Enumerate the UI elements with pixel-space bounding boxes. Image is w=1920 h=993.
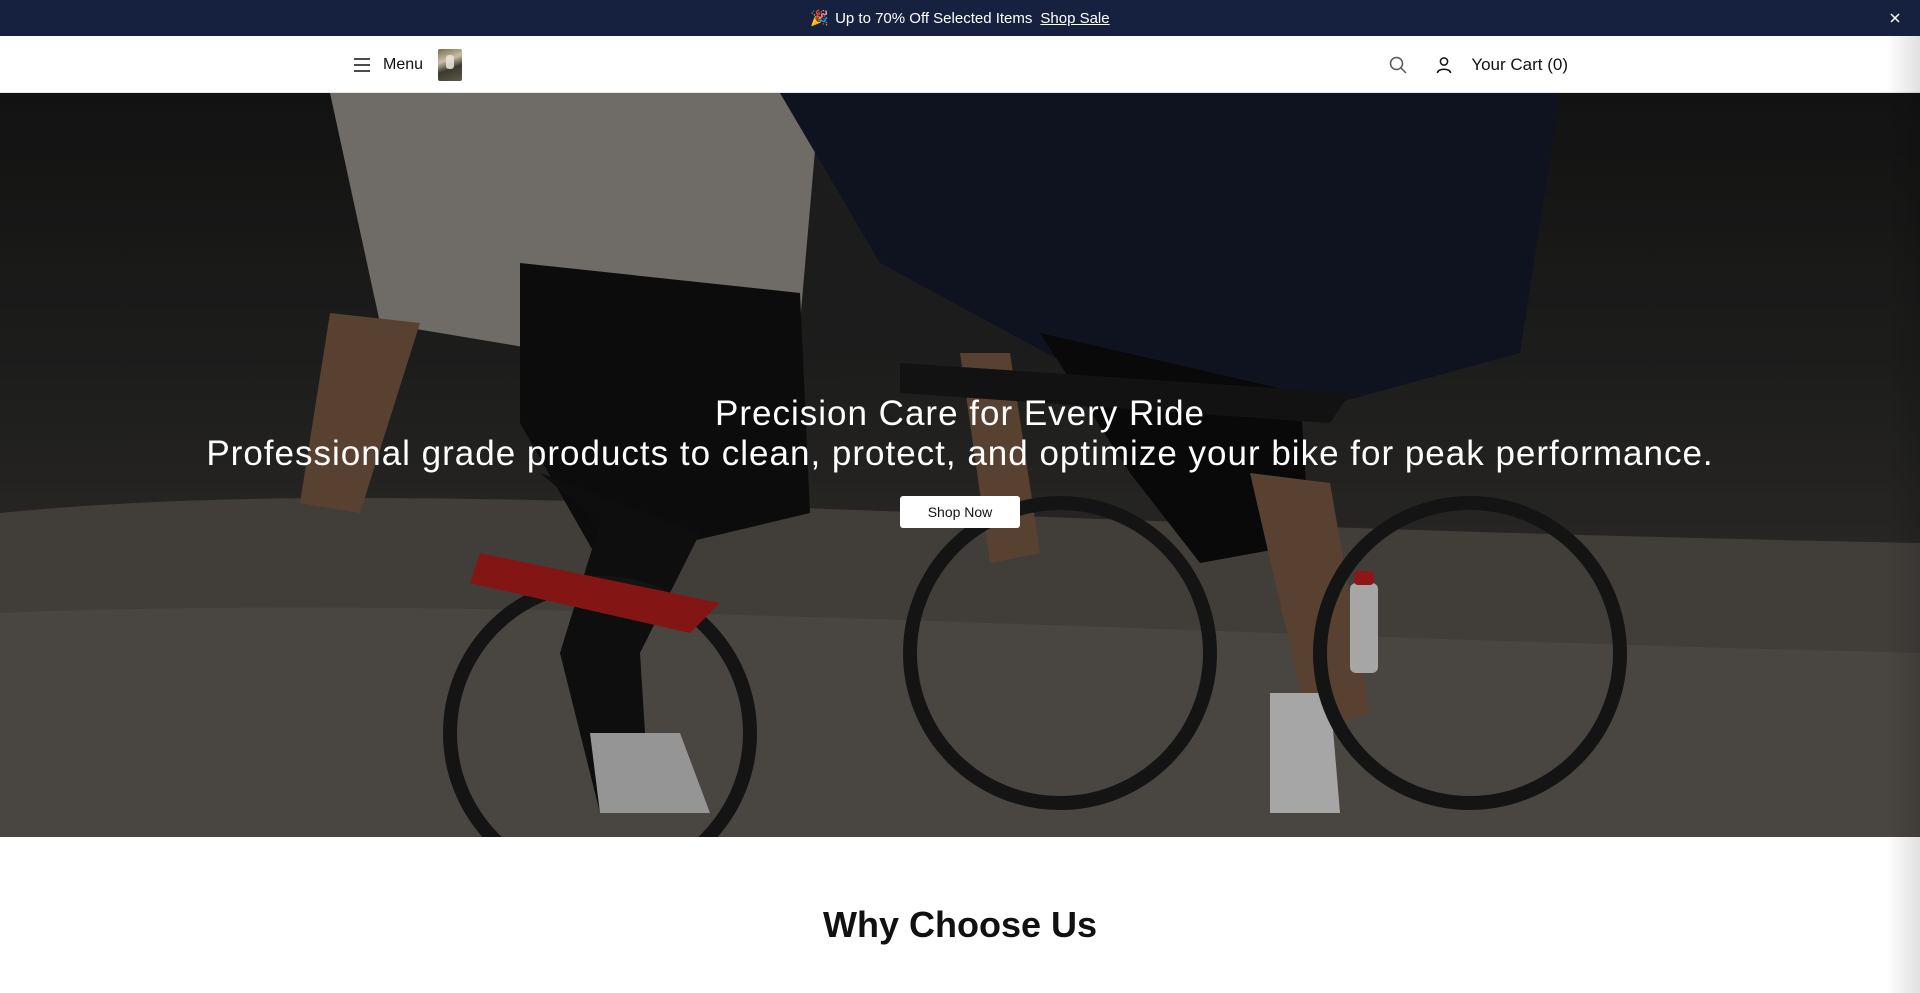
announcement-bar: 🎉 Up to 70% Off Selected Items Shop Sale bbox=[0, 0, 1920, 36]
menu-button[interactable]: Menu bbox=[352, 55, 423, 75]
hero-banner: Precision Care for Every Ride Profession… bbox=[0, 93, 1920, 837]
why-choose-us-section: Why Choose Us bbox=[0, 837, 1920, 993]
hero-copy: Precision Care for Every Ride Profession… bbox=[0, 393, 1920, 528]
hero-title: Precision Care for Every Ride bbox=[715, 394, 1205, 433]
menu-label: Menu bbox=[383, 55, 424, 73]
hamburger-icon bbox=[354, 57, 370, 72]
announcement-message: Up to 70% Off Selected Items bbox=[835, 9, 1033, 27]
section-heading: Why Choose Us bbox=[822, 904, 1098, 945]
close-announcement-button[interactable] bbox=[1886, 9, 1904, 27]
hero-subtitle: Professional grade products to clean, pr… bbox=[206, 434, 1714, 473]
site-logo[interactable] bbox=[438, 48, 463, 81]
cart-link[interactable]: Your Cart (0) bbox=[1471, 55, 1568, 75]
account-button[interactable] bbox=[1432, 53, 1456, 77]
shop-sale-link[interactable]: Shop Sale bbox=[1040, 10, 1109, 27]
shop-now-button[interactable]: Shop Now bbox=[900, 496, 1020, 528]
user-icon bbox=[1437, 56, 1452, 73]
search-button[interactable] bbox=[1386, 53, 1410, 77]
site-header: Menu Your Cart (0) bbox=[0, 36, 1920, 93]
close-icon bbox=[1890, 13, 1900, 23]
search-icon bbox=[1390, 56, 1407, 74]
party-emoji: 🎉 bbox=[810, 10, 830, 27]
